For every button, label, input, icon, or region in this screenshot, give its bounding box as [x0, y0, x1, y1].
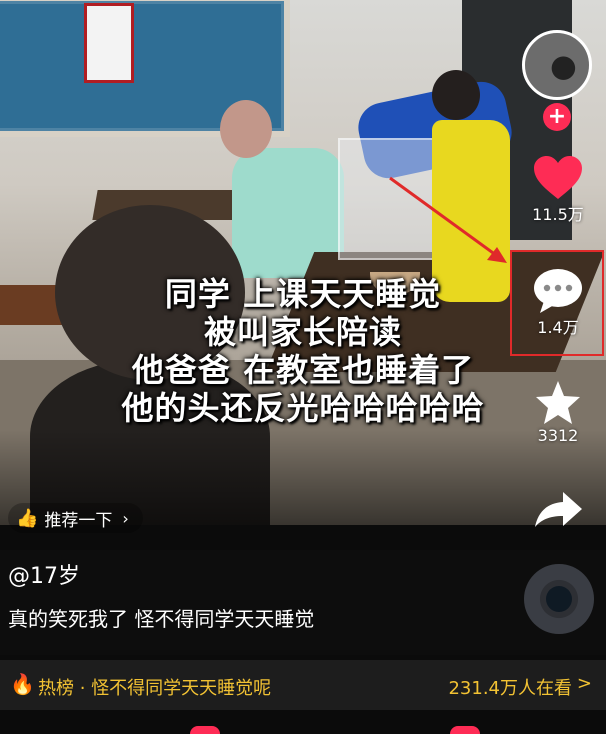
hot-list-viewers: 231.4万人在看	[448, 678, 572, 699]
heart-icon	[534, 156, 582, 199]
author-name[interactable]: @17岁	[8, 558, 80, 590]
like-button[interactable]: 11.5万	[520, 155, 596, 225]
thumbs-up-icon: 👍	[16, 507, 39, 529]
share-button[interactable]	[520, 490, 596, 528]
caption-line: 被叫家长陪读	[203, 313, 402, 351]
caption-line: 同学 上课天天睡觉	[164, 275, 442, 313]
video-description: 真的笑死我了 怪不得同学天天睡觉	[8, 607, 315, 631]
hot-list-bar[interactable]: 🔥 热榜 · 怪不得同学天天睡觉呢 231.4万人在看 >	[0, 660, 606, 710]
share-arrow-icon	[535, 492, 582, 527]
like-count: 11.5万	[532, 205, 584, 224]
recommend-label: 推荐一下	[44, 510, 113, 531]
music-disc-icon[interactable]	[524, 564, 594, 634]
fire-icon: 🔥	[10, 672, 35, 696]
chevron-right-icon: >	[576, 673, 592, 694]
comment-count: 1.4万	[537, 318, 579, 337]
bottom-strip	[0, 710, 606, 734]
recommend-button[interactable]: 👍 推荐一下 ›	[8, 503, 143, 533]
bottom-tab-indicator	[190, 726, 220, 734]
comment-button[interactable]: 1.4万	[520, 268, 596, 338]
caption-line: 他爸爸 在教室也睡着了	[131, 351, 475, 389]
favorite-count: 3312	[537, 426, 579, 445]
bottom-tab-indicator	[450, 726, 480, 734]
video-player[interactable]: 同学 上课天天睡觉 被叫家长陪读 他爸爸 在教室也睡着了 他的头还反光哈哈哈哈哈…	[0, 0, 606, 734]
chevron-right-icon: ›	[122, 508, 129, 528]
video-caption: 同学 上课天天睡觉 被叫家长陪读 他爸爸 在教室也睡着了 他的头还反光哈哈哈哈哈	[0, 275, 606, 427]
music-disc-center	[546, 586, 572, 612]
hot-list-title: 热榜 · 怪不得同学天天睡觉呢	[38, 678, 272, 699]
caption-line: 他的头还反光哈哈哈哈哈	[121, 389, 485, 427]
star-icon	[536, 381, 580, 424]
favorite-button[interactable]: 3312	[520, 380, 596, 445]
follow-button[interactable]: +	[543, 103, 571, 131]
author-avatar[interactable]	[522, 30, 592, 100]
video-info: @17岁 真的笑死我了 怪不得同学天天睡觉	[0, 550, 606, 655]
comment-icon	[534, 269, 582, 313]
